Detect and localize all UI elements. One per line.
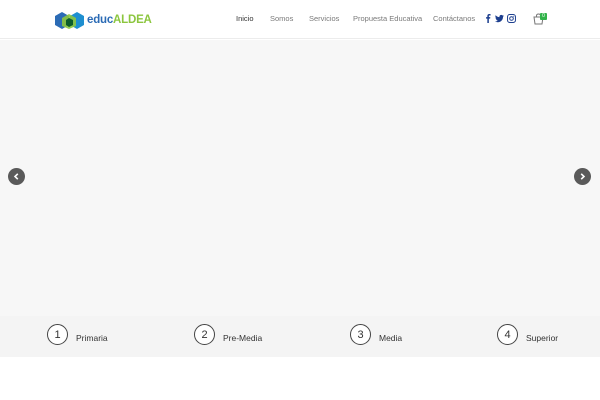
instagram-icon (507, 14, 516, 23)
chevron-right-icon (580, 173, 586, 180)
level-item-media[interactable]: 3 Media (350, 324, 402, 345)
level-number: 2 (194, 324, 215, 345)
logo-text-part1: educ (87, 13, 114, 26)
level-label: Primaria (76, 332, 108, 343)
facebook-icon (486, 14, 491, 23)
facebook-link[interactable] (484, 14, 493, 23)
twitter-icon (495, 14, 504, 23)
nav-item-propuesta-educativa[interactable]: Propuesta Educativa (353, 14, 422, 23)
cart-count-badge: 0 (540, 13, 547, 20)
level-item-superior[interactable]: 4 Superior (497, 324, 558, 345)
nav-item-servicios[interactable]: Servicios (309, 14, 339, 23)
nav-item-inicio[interactable]: Inicio (236, 14, 254, 23)
chevron-left-icon (13, 173, 19, 180)
logo-text-part2: ALDEA (113, 13, 152, 26)
level-item-pre-media[interactable]: 2 Pre-Media (194, 324, 262, 345)
slider-prev-button[interactable] (8, 168, 25, 185)
level-item-primaria[interactable]: 1 Primaria (47, 324, 108, 345)
level-label: Superior (526, 332, 559, 343)
education-levels-bar: 1 Primaria 2 Pre-Media 3 Media 4 Superio… (0, 316, 600, 357)
nav-item-somos[interactable]: Somos (270, 14, 293, 23)
site-logo[interactable]: educALDEA (55, 11, 152, 29)
nav-item-contactanos[interactable]: Contáctanos (433, 14, 475, 23)
slider-next-button[interactable] (574, 168, 591, 185)
level-label: Media (379, 332, 403, 343)
twitter-link[interactable] (495, 14, 504, 23)
site-header: educALDEA Inicio Somos Servicios Propues… (0, 0, 600, 39)
logo-mark-icon (55, 11, 84, 29)
logo-text: educALDEA (87, 12, 152, 29)
level-number: 1 (47, 324, 68, 345)
level-number: 3 (350, 324, 371, 345)
level-label: Pre-Media (223, 332, 263, 343)
level-number: 4 (497, 324, 518, 345)
instagram-link[interactable] (507, 14, 516, 23)
hero-slider (0, 40, 600, 316)
